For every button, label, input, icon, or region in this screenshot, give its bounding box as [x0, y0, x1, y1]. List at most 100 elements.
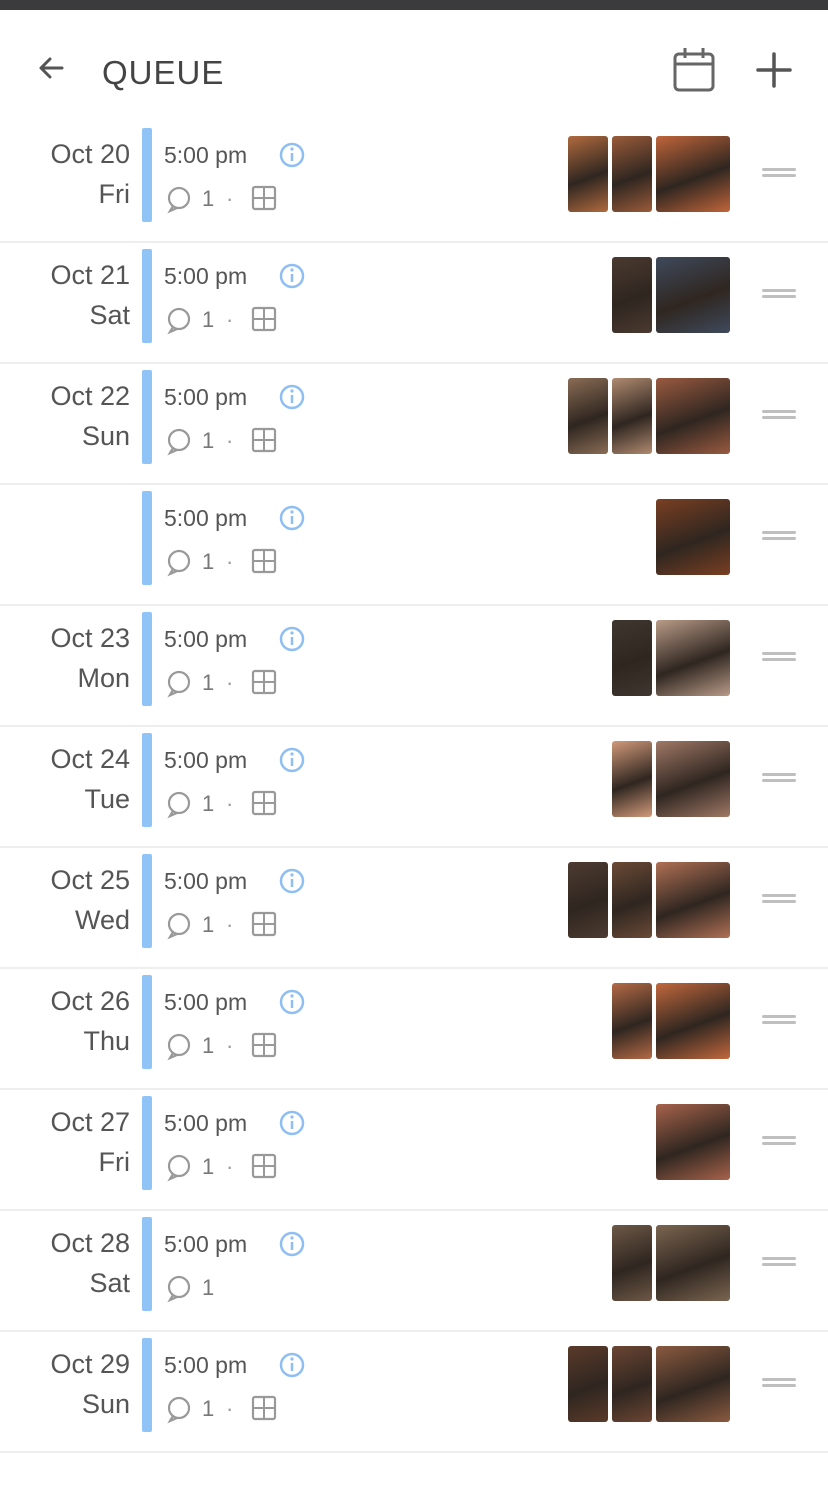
post-thumbnails[interactable] [612, 620, 730, 696]
post-thumbnail[interactable] [568, 136, 608, 212]
top-app-bar: QUEUE [0, 10, 828, 122]
post-thumbnail[interactable] [612, 136, 652, 212]
schedule-bar [142, 370, 152, 464]
row-date: Oct 25 Wed [20, 864, 130, 936]
comment-icon [167, 1396, 191, 1424]
row-weekday: Fri [98, 1147, 130, 1177]
queue-row[interactable]: Oct 23 Mon 5:00 pm 1 · [0, 606, 828, 727]
schedule-bar [142, 612, 152, 706]
post-thumbnail[interactable] [656, 1225, 730, 1301]
drag-handle-icon[interactable] [762, 1257, 796, 1267]
handle-line [762, 1378, 796, 1381]
post-thumbnails[interactable] [612, 983, 730, 1059]
meta-separator: · [226, 428, 234, 453]
handle-line [762, 416, 796, 419]
post-thumbnail[interactable] [568, 862, 608, 938]
queue-row[interactable]: Oct 28 Sat 5:00 pm 1 [0, 1211, 828, 1332]
post-thumbnail[interactable] [612, 862, 652, 938]
handle-line [762, 174, 796, 177]
info-icon[interactable] [278, 625, 306, 653]
row-time: 5:00 pm [164, 989, 248, 1015]
arrow-left-icon[interactable] [32, 48, 72, 88]
handle-line [762, 295, 796, 298]
info-icon[interactable] [278, 988, 306, 1016]
info-icon[interactable] [278, 1230, 306, 1258]
info-icon[interactable] [278, 141, 306, 169]
post-thumbnail[interactable] [656, 862, 730, 938]
queue-list: Oct 20 Fri 5:00 pm 1 · Oct 21 Sat 5:00 pm 1 · Oct … [0, 122, 828, 1453]
row-date: Oct 23 Mon [20, 622, 130, 694]
drag-handle-icon[interactable] [762, 168, 796, 178]
post-thumbnails[interactable] [656, 1104, 730, 1180]
post-thumbnail[interactable] [568, 1346, 608, 1422]
handle-line [762, 1021, 796, 1024]
info-icon[interactable] [278, 1351, 306, 1379]
post-thumbnails[interactable] [612, 257, 730, 333]
row-month-day: Oct 27 [50, 1107, 130, 1137]
calendar-icon[interactable] [670, 44, 718, 94]
post-thumbnails[interactable] [568, 1346, 730, 1422]
info-icon[interactable] [278, 867, 306, 895]
queue-row[interactable]: Oct 24 Tue 5:00 pm 1 · [0, 727, 828, 848]
post-thumbnail[interactable] [656, 741, 730, 817]
post-thumbnail[interactable] [612, 1346, 652, 1422]
post-thumbnails[interactable] [612, 741, 730, 817]
drag-handle-icon[interactable] [762, 289, 796, 299]
row-time: 5:00 pm [164, 1231, 248, 1257]
drag-handle-icon[interactable] [762, 531, 796, 541]
row-weekday: Tue [84, 784, 130, 814]
post-thumbnails[interactable] [656, 499, 730, 575]
meta-separator: · [226, 549, 234, 574]
post-thumbnail[interactable] [612, 983, 652, 1059]
post-thumbnail[interactable] [656, 983, 730, 1059]
post-thumbnail[interactable] [612, 378, 652, 454]
queue-row[interactable]: Oct 26 Thu 5:00 pm 1 · [0, 969, 828, 1090]
row-date: Oct 27 Fri [20, 1106, 130, 1178]
info-icon[interactable] [278, 1109, 306, 1137]
post-thumbnail[interactable] [656, 620, 730, 696]
post-thumbnails[interactable] [568, 862, 730, 938]
post-thumbnail[interactable] [656, 499, 730, 575]
post-thumbnail[interactable] [656, 136, 730, 212]
post-thumbnails[interactable] [568, 136, 730, 212]
post-thumbnail[interactable] [656, 1346, 730, 1422]
info-icon[interactable] [278, 504, 306, 532]
queue-row[interactable]: Oct 22 Sun 5:00 pm 1 · [0, 364, 828, 485]
drag-handle-icon[interactable] [762, 1015, 796, 1025]
info-icon[interactable] [278, 746, 306, 774]
post-thumbnails[interactable] [612, 1225, 730, 1301]
queue-row[interactable]: Oct 21 Sat 5:00 pm 1 · [0, 243, 828, 364]
post-thumbnail[interactable] [656, 378, 730, 454]
schedule-bar [142, 854, 152, 948]
plus-icon[interactable] [752, 48, 796, 92]
drag-handle-icon[interactable] [762, 1378, 796, 1388]
queue-row[interactable]: Oct 20 Fri 5:00 pm 1 · [0, 122, 828, 243]
comment-count: 1 [202, 912, 215, 937]
queue-row[interactable]: 5:00 pm 1 · [0, 485, 828, 606]
meta-separator: · [226, 1154, 234, 1179]
comment-count: 1 [202, 1396, 215, 1421]
queue-row[interactable]: Oct 25 Wed 5:00 pm 1 · [0, 848, 828, 969]
post-thumbnail[interactable] [568, 378, 608, 454]
info-icon[interactable] [278, 383, 306, 411]
row-month-day: Oct 21 [50, 260, 130, 290]
drag-handle-icon[interactable] [762, 773, 796, 783]
post-thumbnail[interactable] [612, 257, 652, 333]
row-time: 5:00 pm [164, 142, 248, 168]
post-thumbnail[interactable] [612, 620, 652, 696]
drag-handle-icon[interactable] [762, 652, 796, 662]
post-thumbnail[interactable] [656, 1104, 730, 1180]
post-thumbnails[interactable] [568, 378, 730, 454]
drag-handle-icon[interactable] [762, 410, 796, 420]
schedule-bar [142, 1217, 152, 1311]
comment-count: 1 [202, 670, 215, 695]
queue-row[interactable]: Oct 27 Fri 5:00 pm 1 · [0, 1090, 828, 1211]
post-thumbnail[interactable] [656, 257, 730, 333]
drag-handle-icon[interactable] [762, 894, 796, 904]
post-thumbnail[interactable] [612, 741, 652, 817]
post-thumbnail[interactable] [612, 1225, 652, 1301]
row-date: Oct 20 Fri [20, 138, 130, 210]
drag-handle-icon[interactable] [762, 1136, 796, 1146]
queue-row[interactable]: Oct 29 Sun 5:00 pm 1 · [0, 1332, 828, 1453]
info-icon[interactable] [278, 262, 306, 290]
